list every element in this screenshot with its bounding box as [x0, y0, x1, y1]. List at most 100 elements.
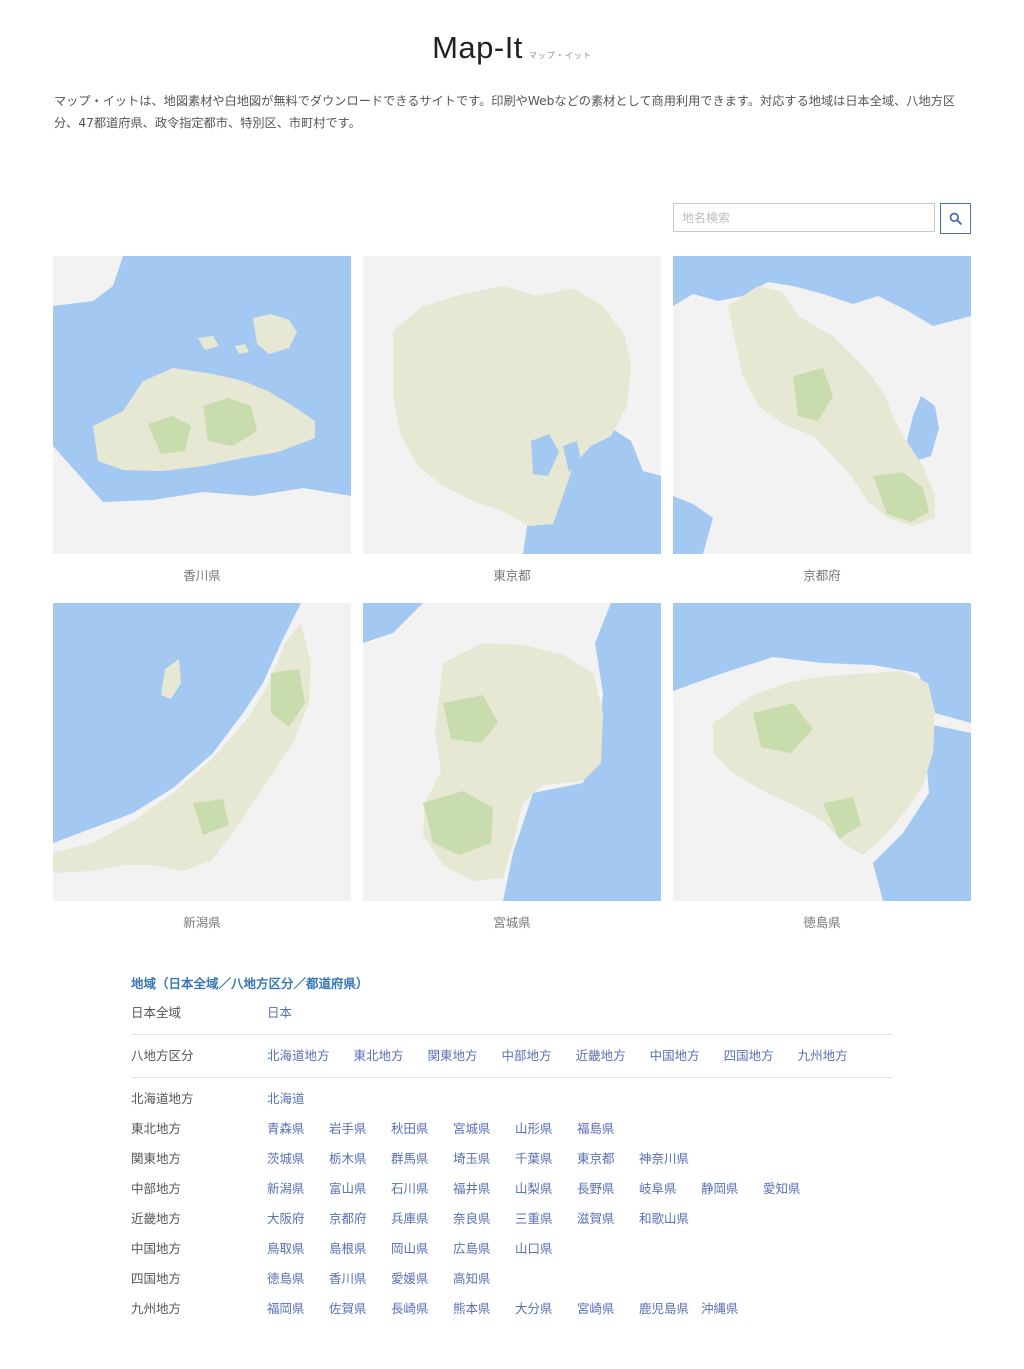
site-description: マップ・イットは、地図素材や白地図が無料でダウンロードできるサイトです。印刷やW…	[54, 94, 956, 130]
map-card-niigata[interactable]: 新潟県	[53, 603, 351, 931]
region-index: 地域（日本全域／八地方区分／都道府県） 日本全域 日本 八地方区分 北海道地方 …	[131, 973, 893, 1330]
search-input[interactable]	[673, 203, 935, 232]
prefecture-link[interactable]: 沖縄県	[701, 1300, 763, 1318]
row-label: 関東地方	[131, 1151, 182, 1166]
prefecture-link[interactable]: 島根県	[329, 1240, 391, 1258]
prefecture-link[interactable]: 愛媛県	[391, 1270, 453, 1288]
region-link[interactable]: 四国地方	[724, 1047, 774, 1065]
prefecture-link[interactable]: 長崎県	[391, 1300, 453, 1318]
map-card-tokyo[interactable]: 東京都	[363, 256, 661, 584]
prefecture-list: 北海道地方 北海道 東北地方 青森県 岩手県 秋田県 宮城県 山形県 福島県 関…	[131, 1090, 893, 1318]
prefecture-link[interactable]: 徳島県	[267, 1270, 329, 1288]
map-thumbnail-kagawa[interactable]	[53, 256, 351, 554]
prefecture-link[interactable]: 富山県	[329, 1180, 391, 1198]
prefecture-row-tohoku: 東北地方 青森県 岩手県 秋田県 宮城県 山形県 福島県	[131, 1120, 893, 1138]
prefecture-link[interactable]: 長野県	[577, 1180, 639, 1198]
region-link[interactable]: 中部地方	[502, 1047, 552, 1065]
prefecture-row-shikoku: 四国地方 徳島県 香川県 愛媛県 高知県	[131, 1270, 893, 1288]
map-card-kagawa[interactable]: 香川県	[53, 256, 351, 584]
site-logo[interactable]: Map-It	[432, 30, 523, 65]
prefecture-link[interactable]: 福井県	[453, 1180, 515, 1198]
prefecture-link[interactable]: 秋田県	[391, 1120, 453, 1138]
prefecture-link[interactable]: 和歌山県	[639, 1210, 701, 1228]
region-link[interactable]: 近畿地方	[576, 1047, 626, 1065]
prefecture-link[interactable]: 兵庫県	[391, 1210, 453, 1228]
prefecture-link[interactable]: 青森県	[267, 1120, 329, 1138]
site-header: Map-It マップ・イット	[0, 30, 1024, 66]
prefecture-link[interactable]: 宮城県	[453, 1120, 515, 1138]
region-section-title: 地域（日本全域／八地方区分／都道府県）	[131, 976, 369, 991]
row-label: 中国地方	[131, 1241, 182, 1256]
prefecture-link[interactable]: 岐阜県	[639, 1180, 701, 1198]
prefecture-link[interactable]: 新潟県	[267, 1180, 329, 1198]
prefecture-link[interactable]: 三重県	[515, 1210, 577, 1228]
map-thumbnail-kyoto[interactable]	[673, 256, 971, 554]
prefecture-link[interactable]: 鹿児島県	[639, 1300, 701, 1318]
map-thumbnail-tokyo[interactable]	[363, 256, 661, 554]
prefecture-link[interactable]: 東京都	[577, 1150, 639, 1168]
map-card-tokushima[interactable]: 徳島県	[673, 603, 971, 931]
region-link[interactable]: 北海道地方	[267, 1047, 330, 1065]
prefecture-link[interactable]: 奈良県	[453, 1210, 515, 1228]
prefecture-link[interactable]: 埼玉県	[453, 1150, 515, 1168]
prefecture-link[interactable]: 佐賀県	[329, 1300, 391, 1318]
prefecture-link[interactable]: 山梨県	[515, 1180, 577, 1198]
prefecture-link[interactable]: 静岡県	[701, 1180, 763, 1198]
prefecture-link[interactable]: 山形県	[515, 1120, 577, 1138]
row-label: 九州地方	[131, 1301, 182, 1316]
region-link[interactable]: 日本	[267, 1004, 292, 1022]
search-button[interactable]	[940, 203, 971, 234]
prefecture-link[interactable]: 神奈川県	[639, 1150, 701, 1168]
prefecture-link[interactable]: 愛知県	[763, 1180, 825, 1198]
prefecture-link[interactable]: 香川県	[329, 1270, 391, 1288]
map-card-label[interactable]: 宮城県	[363, 912, 661, 931]
prefecture-link[interactable]: 岡山県	[391, 1240, 453, 1258]
map-card-label[interactable]: 香川県	[53, 565, 351, 584]
region-link[interactable]: 関東地方	[428, 1047, 478, 1065]
row-label: 四国地方	[131, 1271, 182, 1286]
region-link[interactable]: 東北地方	[354, 1047, 404, 1065]
prefecture-link[interactable]: 広島県	[453, 1240, 515, 1258]
search-icon	[949, 212, 962, 225]
prefecture-row-kinki: 近畿地方 大阪府 京都府 兵庫県 奈良県 三重県 滋賀県 和歌山県	[131, 1210, 893, 1228]
region-link[interactable]: 九州地方	[798, 1047, 848, 1065]
prefecture-link[interactable]: 福島県	[577, 1120, 639, 1138]
region-link[interactable]: 中国地方	[650, 1047, 700, 1065]
map-thumbnail-miyagi[interactable]	[363, 603, 661, 901]
prefecture-link[interactable]: 大分県	[515, 1300, 577, 1318]
map-card-label[interactable]: 徳島県	[673, 912, 971, 931]
prefecture-link[interactable]: 群馬県	[391, 1150, 453, 1168]
prefecture-link[interactable]: 宮崎県	[577, 1300, 639, 1318]
prefecture-link[interactable]: 福岡県	[267, 1300, 329, 1318]
map-card-kyoto[interactable]: 京都府	[673, 256, 971, 584]
map-thumbnail-tokushima[interactable]	[673, 603, 971, 901]
prefecture-link[interactable]: 滋賀県	[577, 1210, 639, 1228]
prefecture-row-kanto: 関東地方 茨城県 栃木県 群馬県 埼玉県 千葉県 東京都 神奈川県	[131, 1150, 893, 1168]
prefecture-link[interactable]: 大阪府	[267, 1210, 329, 1228]
map-card-label[interactable]: 京都府	[673, 565, 971, 584]
prefecture-link[interactable]: 山口県	[515, 1240, 577, 1258]
site-logo-subtitle: マップ・イット	[528, 51, 592, 60]
map-thumbnail-niigata[interactable]	[53, 603, 351, 901]
prefecture-link[interactable]: 熊本県	[453, 1300, 515, 1318]
prefecture-link[interactable]: 千葉県	[515, 1150, 577, 1168]
prefecture-link[interactable]: 鳥取県	[267, 1240, 329, 1258]
map-card-miyagi[interactable]: 宮城県	[363, 603, 661, 931]
prefecture-link[interactable]: 茨城県	[267, 1150, 329, 1168]
divider	[131, 1034, 893, 1035]
prefecture-link[interactable]: 北海道	[267, 1090, 329, 1108]
prefecture-link[interactable]: 京都府	[329, 1210, 391, 1228]
prefecture-link[interactable]: 高知県	[453, 1270, 515, 1288]
prefecture-link[interactable]: 石川県	[391, 1180, 453, 1198]
prefecture-link[interactable]: 栃木県	[329, 1150, 391, 1168]
row-label: 北海道地方	[131, 1091, 194, 1106]
row-label: 近畿地方	[131, 1211, 182, 1226]
divider	[131, 1077, 893, 1078]
prefecture-row-kyushu: 九州地方 福岡県 佐賀県 長崎県 熊本県 大分県 宮崎県 鹿児島県 沖縄県	[131, 1300, 893, 1318]
prefecture-row-chubu: 中部地方 新潟県 富山県 石川県 福井県 山梨県 長野県 岐阜県 静岡県 愛知県	[131, 1180, 893, 1198]
row-label: 中部地方	[131, 1181, 182, 1196]
map-card-label[interactable]: 東京都	[363, 565, 661, 584]
prefecture-row-chugoku: 中国地方 鳥取県 島根県 岡山県 広島県 山口県	[131, 1240, 893, 1258]
prefecture-link[interactable]: 岩手県	[329, 1120, 391, 1138]
map-card-label[interactable]: 新潟県	[53, 912, 351, 931]
